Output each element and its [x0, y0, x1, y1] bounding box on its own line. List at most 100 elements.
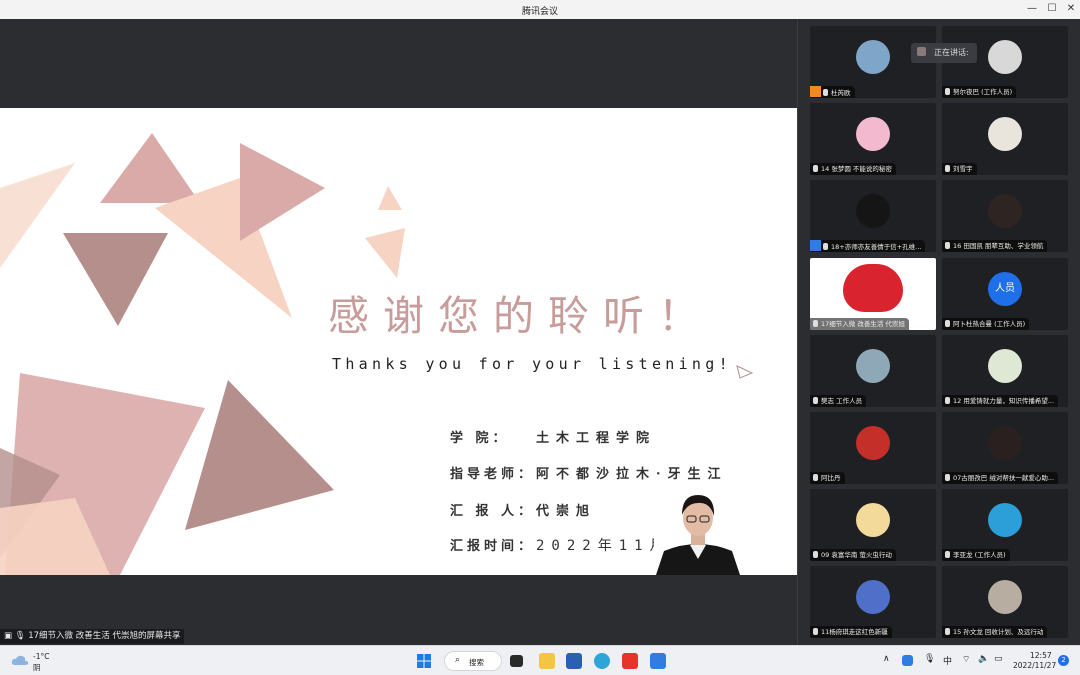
- participant-name: 阿卜杜热合曼 (工作人员): [953, 320, 1026, 328]
- info-value: 代崇旭: [536, 504, 597, 519]
- edge-browser-icon[interactable]: [594, 653, 610, 669]
- info-label: 指导老师：: [450, 467, 536, 482]
- participant-name: 刘雪宇: [953, 165, 973, 173]
- slide-subtitle: Thanks you for your listening!: [332, 355, 732, 373]
- info-value: 阿不都沙拉木·牙生江: [536, 467, 728, 482]
- info-label: 汇 报 人：: [450, 504, 536, 519]
- participant-name-bar: 09 袁富华南 萤火虫行动: [810, 549, 896, 561]
- participant-tile[interactable]: 17细节入微 改善生活 代崇旭: [810, 258, 936, 330]
- ime-indicator[interactable]: 中: [943, 654, 952, 667]
- speaking-indicator: 正在讲话:: [911, 43, 977, 63]
- close-button[interactable]: ✕: [1064, 2, 1078, 16]
- participant-tile[interactable]: 樊志 工作人员: [810, 335, 936, 407]
- participant-name-bar: 李亚龙 (工作人员): [942, 549, 1010, 561]
- speaker-icon[interactable]: 🔈: [978, 654, 989, 664]
- triangle-shape: [0, 163, 75, 268]
- participant-tile[interactable]: 刘雪宇: [942, 103, 1068, 175]
- info-label: 学 院：: [450, 431, 510, 446]
- speaking-label: 正在讲话:: [934, 48, 969, 57]
- participant-name: 11杨府琪走这红色新疆: [821, 628, 888, 636]
- participant-name-bar: 杜芮欧: [810, 86, 855, 98]
- mic-icon: [945, 88, 950, 95]
- participant-avatar: [988, 426, 1022, 460]
- slide-title: 感谢您的聆听！: [328, 292, 713, 340]
- participant-tile[interactable]: 15 孙文龙 回收计划、及远行动: [942, 566, 1068, 638]
- mic-icon: [945, 242, 950, 249]
- triangle-shape: [100, 133, 200, 203]
- wps-office-icon[interactable]: [622, 653, 638, 669]
- info-row-reporter: 汇 报 人：代崇旭: [450, 500, 596, 519]
- participant-tile[interactable]: 12 用爱铸就力量，知识传播希望...: [942, 335, 1068, 407]
- participant-tile[interactable]: 人员 阿卜杜热合曼 (工作人员): [942, 258, 1068, 330]
- participant-name: 07古丽孜巴 绒对帮扶一献爱心助...: [953, 474, 1055, 482]
- participant-name-bar: 14 张梦圆 不能说的秘密: [810, 163, 896, 175]
- mic-icon: 🎙: [14, 631, 29, 641]
- mic-icon: [823, 243, 828, 250]
- cloudy-weather-icon[interactable]: [11, 654, 29, 666]
- participant-tile[interactable]: 09 袁富华南 萤火虫行动: [810, 489, 936, 561]
- microphone-icon[interactable]: 🎙: [924, 654, 935, 664]
- weather-temperature[interactable]: -1°C: [33, 652, 49, 661]
- task-view-icon[interactable]: [510, 655, 523, 667]
- participant-avatar: [856, 349, 890, 383]
- mic-icon: [813, 165, 818, 172]
- tencent-meeting-window: 腾讯会议 — ☐ ✕ 感谢您的聆听！ Thanks you for your l…: [0, 0, 1080, 675]
- taskbar-search-box[interactable]: ⌕ 搜索: [444, 651, 502, 671]
- participant-avatar: [856, 117, 890, 151]
- weather-description[interactable]: 阴: [33, 662, 41, 673]
- info-row-college: 学 院： 土木工程学院: [450, 427, 656, 446]
- participant-tile[interactable]: 14 张梦圆 不能说的秘密: [810, 103, 936, 175]
- mic-icon: [945, 551, 950, 558]
- clock-date[interactable]: 2022/11/27: [1013, 661, 1056, 670]
- participant-name: 18+亦师亦友善情于信+孔维...: [831, 243, 922, 251]
- participant-avatar: [988, 117, 1022, 151]
- presenter-video: [654, 485, 742, 575]
- windows-start-icon[interactable]: [416, 653, 432, 669]
- participant-avatar: [856, 40, 890, 74]
- mic-icon: [945, 320, 950, 327]
- participant-name: 12 用爱铸就力量，知识传播希望...: [953, 397, 1055, 405]
- clock-time[interactable]: 12:57: [1030, 651, 1052, 660]
- word-icon[interactable]: [566, 653, 582, 669]
- participant-tile[interactable]: 18+亦师亦友善情于信+孔维...: [810, 180, 936, 252]
- participant-name: 15 孙文龙 回收计划、及远行动: [953, 628, 1044, 636]
- presentation-slide: 感谢您的聆听！ Thanks you for your listening! 学…: [0, 108, 797, 575]
- search-label: 搜索: [469, 658, 484, 667]
- wifi-icon[interactable]: ⌔: [962, 654, 970, 665]
- triangle-shape: [378, 186, 402, 210]
- chevron-up-icon[interactable]: ∧: [883, 654, 890, 664]
- tencent-meeting-icon[interactable]: [650, 653, 666, 669]
- participant-avatar: [856, 194, 890, 228]
- info-row-advisor: 指导老师：阿不都沙拉木·牙生江: [450, 463, 728, 482]
- search-icon: ⌕: [455, 655, 461, 665]
- participant-avatar: [856, 503, 890, 537]
- triangle-shape: [63, 233, 168, 326]
- cohost-badge-icon: [810, 240, 821, 251]
- screen-share-status[interactable]: ▣ 🎙 17细节入微 改善生活 代崇旭的屏幕共享: [0, 629, 185, 644]
- participant-name-bar: 07古丽孜巴 绒对帮扶一献爱心助...: [942, 472, 1059, 484]
- participant-tile[interactable]: 07古丽孜巴 绒对帮扶一献爱心助...: [942, 412, 1068, 484]
- mic-icon: [945, 474, 950, 481]
- notification-badge[interactable]: 2: [1058, 655, 1069, 666]
- mic-icon: [945, 397, 950, 404]
- participant-name: 16 田国凯 朋辈互助、学业领航: [953, 242, 1044, 250]
- participant-tile[interactable]: 11杨府琪走这红色新疆: [810, 566, 936, 638]
- participant-name-bar: 17细节入微 改善生活 代崇旭: [810, 318, 909, 330]
- participant-name-bar: 12 用爱铸就力量，知识传播希望...: [942, 395, 1059, 407]
- participant-name-bar: 樊志 工作人员: [810, 395, 867, 407]
- minimize-button[interactable]: —: [1025, 2, 1039, 16]
- participant-name-bar: 努尔夜巴 (工作人员): [942, 86, 1017, 98]
- triangle-shape: [736, 365, 754, 379]
- meeting-tray-icon[interactable]: [902, 655, 913, 666]
- screen-share-icon: ▣: [4, 631, 15, 641]
- participant-tile[interactable]: 阿比丹: [810, 412, 936, 484]
- mic-icon: [945, 628, 950, 635]
- window-title: 腾讯会议: [521, 7, 558, 17]
- participant-tile[interactable]: 16 田国凯 朋辈互助、学业领航: [942, 180, 1068, 252]
- battery-icon[interactable]: ▭: [994, 654, 1003, 664]
- mic-icon: [813, 628, 818, 635]
- maximize-button[interactable]: ☐: [1045, 2, 1059, 16]
- participant-name: 09 袁富华南 萤火虫行动: [821, 551, 892, 559]
- file-explorer-icon[interactable]: [539, 653, 555, 669]
- participant-tile[interactable]: 李亚龙 (工作人员): [942, 489, 1068, 561]
